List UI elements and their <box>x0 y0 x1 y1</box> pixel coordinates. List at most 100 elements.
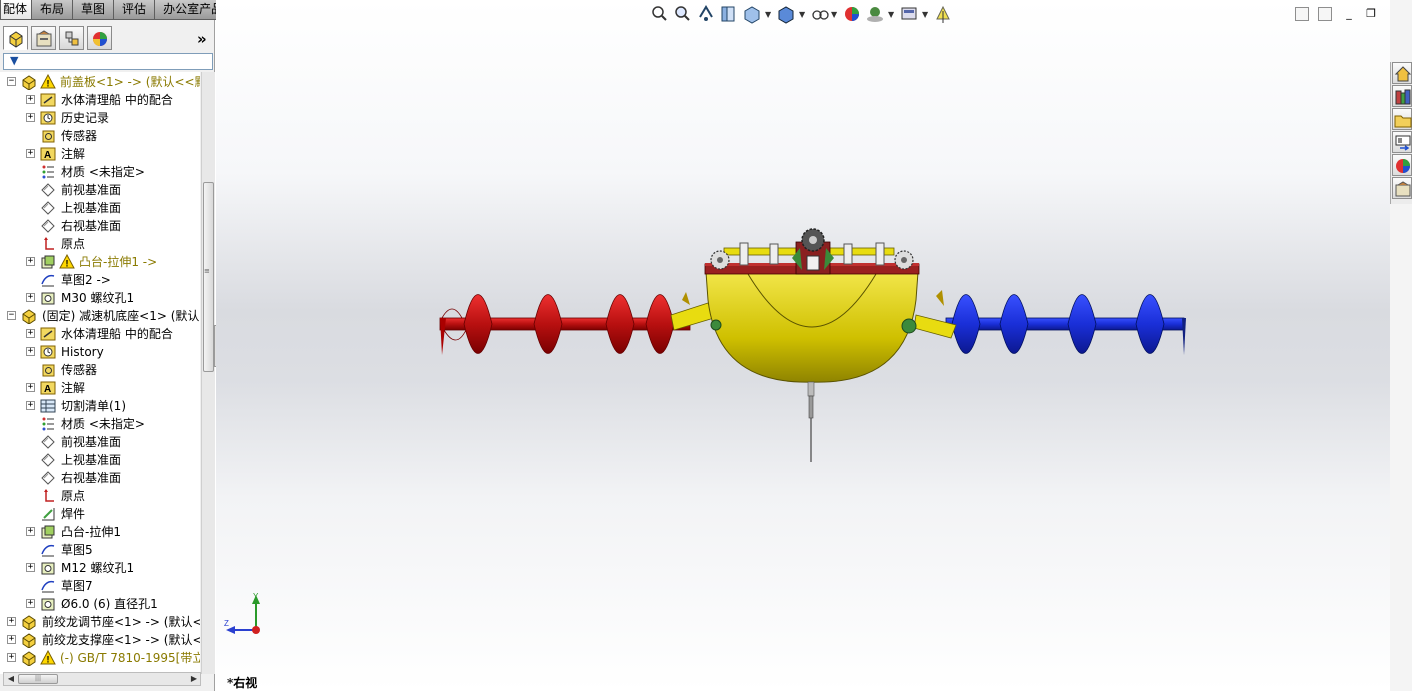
chevron-down-icon[interactable]: ▼ <box>765 10 771 19</box>
tree-item[interactable]: 右视基准面 <box>0 217 200 235</box>
tree-item[interactable]: − (固定) 减速机底座<1> (默认< <box>0 307 200 325</box>
chevron-down-icon[interactable]: ▼ <box>922 10 928 19</box>
graphics-area[interactable]: ▼ ▼ ▼ ▼ ▼ _ ❐ ✕ Y Z *右视 <box>216 0 1390 691</box>
tree-item[interactable]: + 水体清理船 中的配合 <box>0 91 200 109</box>
expand-icon[interactable]: + <box>26 95 35 104</box>
tree-item[interactable]: + 前绞龙支撑座<1> -> (默认< <box>0 631 200 649</box>
tree-item[interactable]: −! 前盖板<1> -> (默认<<默 <box>0 73 200 91</box>
appearances-icon[interactable] <box>1392 154 1412 176</box>
tree-item[interactable]: +! 凸台-拉伸1 -> <box>0 253 200 271</box>
tree-vertical-scrollbar[interactable]: ≡ <box>201 72 215 674</box>
property-manager-tab[interactable] <box>31 26 56 50</box>
tree-horizontal-scrollbar[interactable]: ◀ ||| ▶ <box>3 672 201 686</box>
expand-icon[interactable]: + <box>26 383 35 392</box>
expand-icon[interactable]: + <box>7 617 16 626</box>
expand-icon[interactable]: + <box>26 329 35 338</box>
collapse-icon[interactable]: − <box>7 77 16 86</box>
scroll-left-icon[interactable]: ◀ <box>4 673 18 685</box>
tree-item[interactable]: + A 注解 <box>0 145 200 163</box>
expand-icon[interactable]: + <box>26 257 35 266</box>
tree-item[interactable]: 前视基准面 <box>0 433 200 451</box>
tree-item[interactable]: 前视基准面 <box>0 181 200 199</box>
tree-item[interactable]: + History <box>0 343 200 361</box>
tab-1[interactable]: 布局 <box>31 0 74 20</box>
collapse-icon[interactable]: − <box>7 311 16 320</box>
tree-item[interactable]: 上视基准面 <box>0 451 200 469</box>
part-icon <box>21 74 37 91</box>
tree-item[interactable]: 上视基准面 <box>0 199 200 217</box>
tree-item[interactable]: + M30 螺纹孔1 <box>0 289 200 307</box>
history-icon <box>40 110 56 126</box>
file-explorer-icon[interactable] <box>1392 108 1412 130</box>
tree-item[interactable]: 原点 <box>0 487 200 505</box>
tree-item[interactable]: 传感器 <box>0 361 200 379</box>
tree-item[interactable]: + Ø6.0 (6) 直径孔1 <box>0 595 200 613</box>
custom-properties-icon[interactable] <box>1392 177 1412 199</box>
tree-item[interactable]: + A 注解 <box>0 379 200 397</box>
expand-icon[interactable]: + <box>7 635 16 644</box>
tile-left-icon[interactable] <box>1295 7 1309 21</box>
display-manager-tab[interactable] <box>87 26 112 50</box>
scene-icon[interactable] <box>865 3 885 25</box>
view-palette-icon[interactable] <box>1392 131 1412 153</box>
tree-item[interactable]: 草图5 <box>0 541 200 559</box>
tree-item[interactable]: 草图7 <box>0 577 200 595</box>
expand-icon[interactable]: + <box>26 527 35 536</box>
hscroll-thumb[interactable]: ||| <box>18 674 58 684</box>
display-style-icon[interactable] <box>776 3 796 25</box>
tree-item[interactable]: + 水体清理船 中的配合 <box>0 325 200 343</box>
tree-item[interactable]: 材质 <未指定> <box>0 415 200 433</box>
left-support-arm <box>670 302 715 331</box>
minimize-icon[interactable]: _ <box>1342 7 1356 21</box>
zoom-to-fit-icon[interactable] <box>650 3 670 25</box>
tree-item[interactable]: + 前绞龙调节座<1> -> (默认< <box>0 613 200 631</box>
tree-item[interactable]: + 历史记录 <box>0 109 200 127</box>
design-library-icon[interactable] <box>1392 85 1412 107</box>
sensor-icon <box>40 362 56 378</box>
configuration-manager-tab[interactable] <box>59 26 84 50</box>
appearance-icon[interactable] <box>842 3 862 25</box>
annotation-icon: A <box>40 380 56 396</box>
expand-icon[interactable]: + <box>26 293 35 302</box>
expand-icon[interactable]: + <box>26 599 35 608</box>
tile-right-icon[interactable] <box>1318 7 1332 21</box>
expand-icon[interactable]: + <box>26 149 35 158</box>
feature-manager-tab[interactable] <box>3 26 28 50</box>
hide-show-icon[interactable] <box>810 3 830 25</box>
view-settings-icon[interactable] <box>899 3 919 25</box>
chevron-down-icon[interactable]: ▼ <box>799 10 805 19</box>
section-view-icon[interactable] <box>719 3 739 25</box>
tab-0[interactable]: 配体 <box>0 0 33 20</box>
home-icon[interactable] <box>1392 62 1412 84</box>
tree-item[interactable]: 传感器 <box>0 127 200 145</box>
tree-item[interactable]: 右视基准面 <box>0 469 200 487</box>
chevron-down-icon[interactable]: ▼ <box>888 10 894 19</box>
tab-3[interactable]: 评估 <box>113 0 156 20</box>
expand-icon[interactable]: + <box>26 401 35 410</box>
tree-item-label: 前绞龙调节座<1> -> (默认< <box>42 615 200 629</box>
zoom-area-icon[interactable] <box>673 3 693 25</box>
expand-icon[interactable]: + <box>7 653 16 662</box>
tree-item[interactable]: 草图2 -> <box>0 271 200 289</box>
scroll-right-icon[interactable]: ▶ <box>187 673 201 685</box>
scroll-thumb[interactable] <box>203 182 214 372</box>
tree-item[interactable]: 材质 <未指定> <box>0 163 200 181</box>
tree-item[interactable]: 原点 <box>0 235 200 253</box>
tree-item[interactable]: + M12 螺纹孔1 <box>0 559 200 577</box>
rotate-tool-icon[interactable] <box>933 3 953 25</box>
restore-icon[interactable]: ❐ <box>1364 7 1378 21</box>
previous-view-icon[interactable] <box>696 3 716 25</box>
tree-item[interactable]: + 凸台-拉伸1 <box>0 523 200 541</box>
expand-icon[interactable]: + <box>26 113 35 122</box>
tree-item[interactable]: +! (-) GB/T 7810-1995[带立 <box>0 649 200 667</box>
view-orientation-icon[interactable] <box>742 3 762 25</box>
tree-item-label: 水体清理船 中的配合 <box>61 93 173 107</box>
panel-expand-button[interactable]: » <box>197 30 207 48</box>
tree-filter[interactable]: ▼ <box>3 53 213 70</box>
tree-item[interactable]: + 切割清单(1) <box>0 397 200 415</box>
chevron-down-icon[interactable]: ▼ <box>831 10 837 19</box>
expand-icon[interactable]: + <box>26 563 35 572</box>
expand-icon[interactable]: + <box>26 347 35 356</box>
tree-item[interactable]: 焊件 <box>0 505 200 523</box>
tab-2[interactable]: 草图 <box>72 0 115 20</box>
